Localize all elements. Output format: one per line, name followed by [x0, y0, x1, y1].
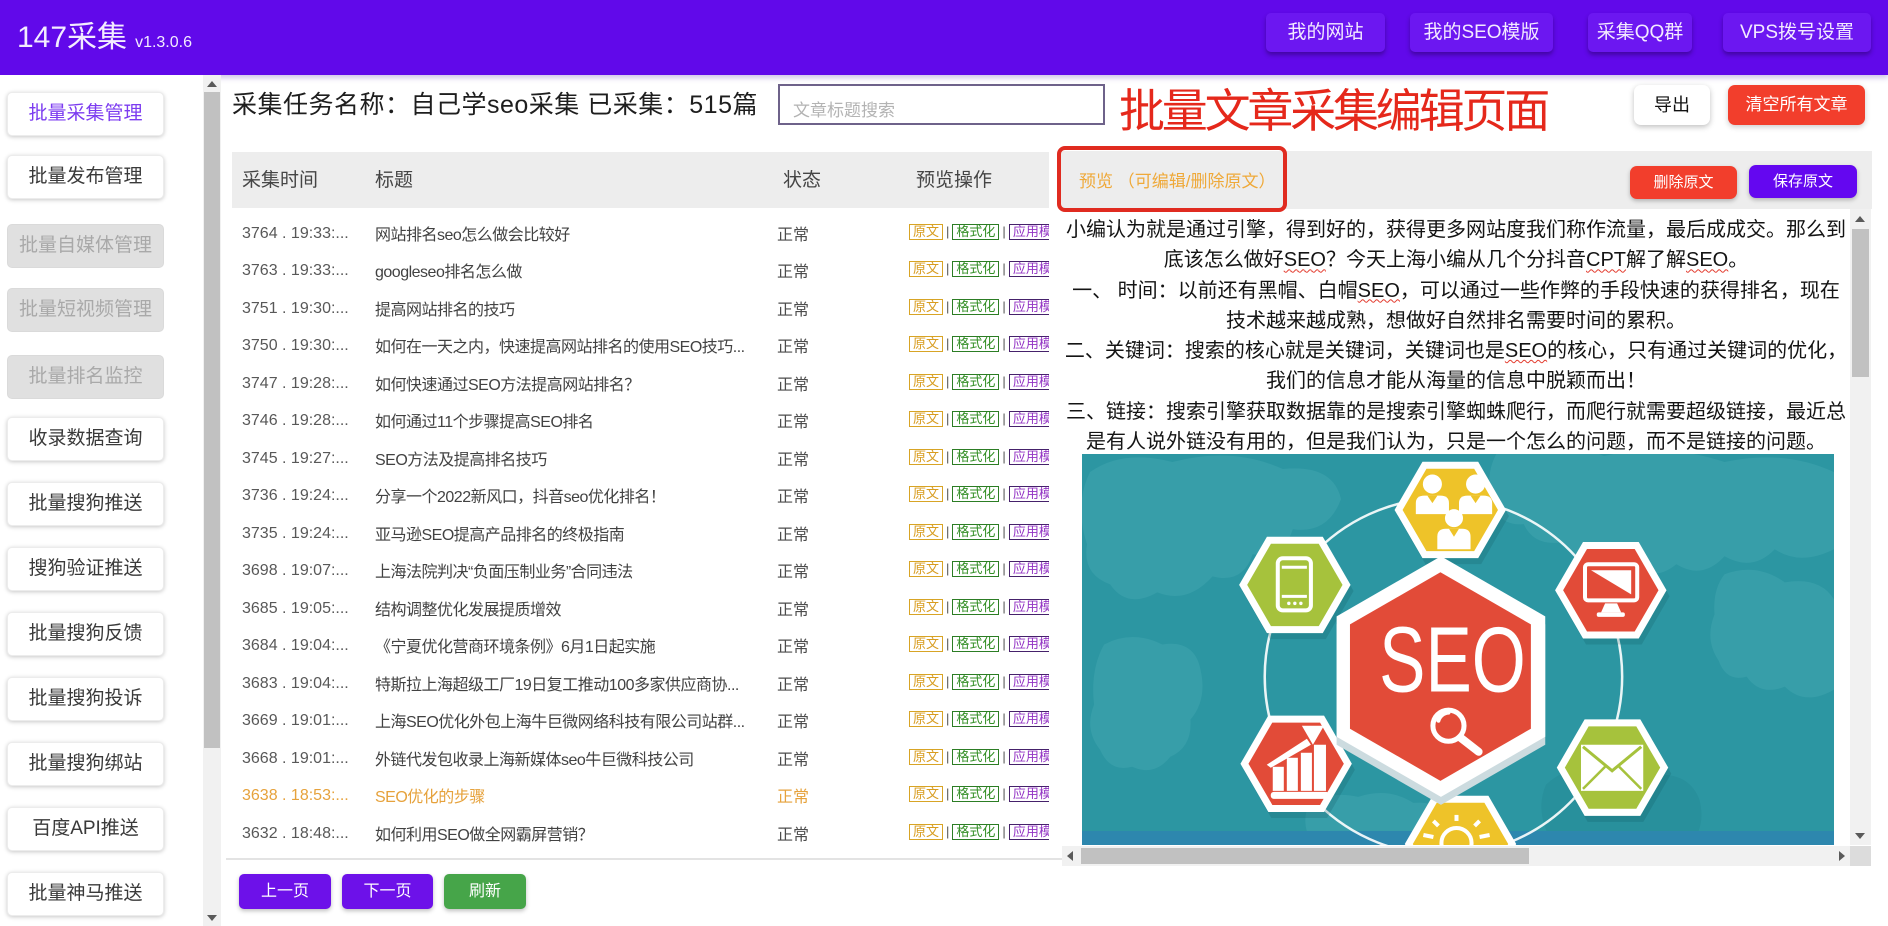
svg-text:SEO: SEO [1379, 608, 1526, 712]
